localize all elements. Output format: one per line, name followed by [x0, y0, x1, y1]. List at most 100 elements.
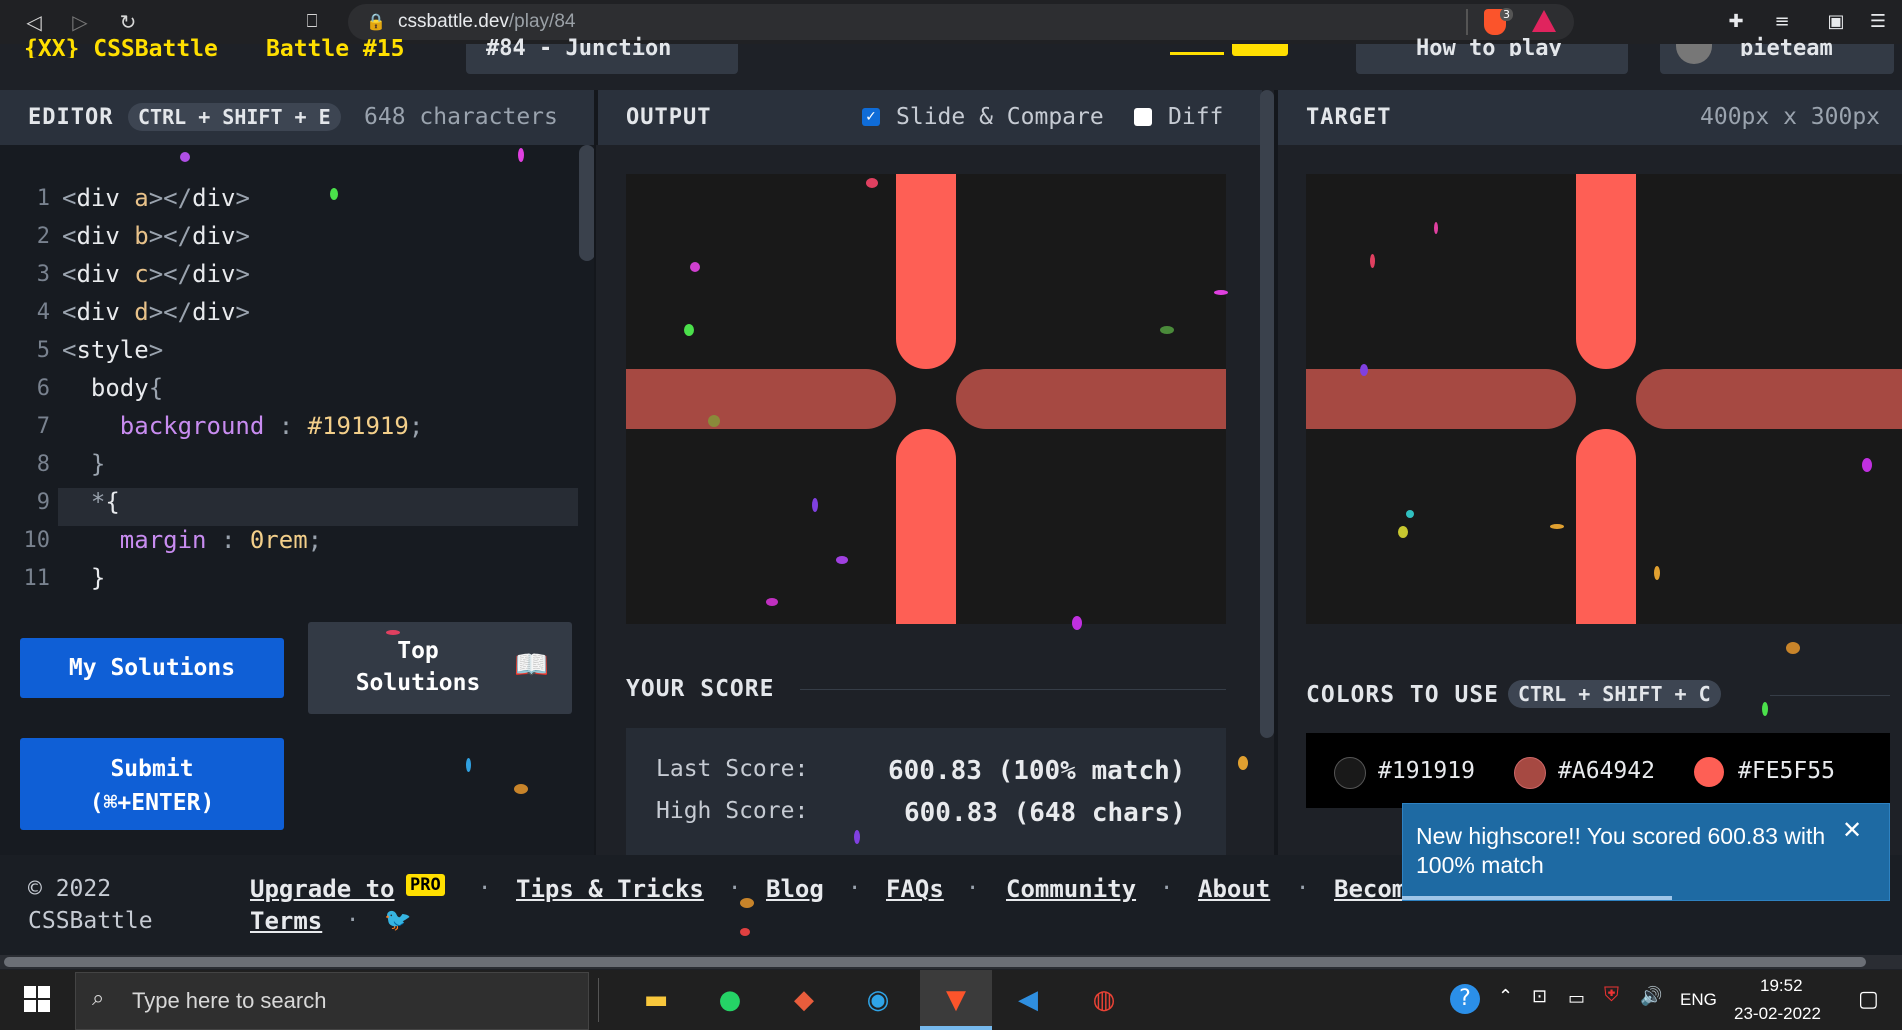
volume-icon[interactable]: 🔊 — [1640, 986, 1662, 1007]
code-line[interactable]: <style> — [62, 336, 163, 364]
chevron-up-icon[interactable]: ⌃ — [1498, 986, 1513, 1007]
submit-button[interactable]: Submit (⌘+ENTER) — [20, 738, 284, 830]
book-icon: 📖 — [514, 648, 549, 681]
slide-compare-checkbox[interactable]: ✓ — [862, 108, 880, 126]
chrome-icon[interactable]: ◍ — [1086, 982, 1122, 1018]
editor-title: EDITOR — [28, 105, 114, 130]
clock-time[interactable]: 19:52 — [1760, 976, 1803, 996]
wallet-icon[interactable]: ▣ — [1824, 10, 1848, 34]
battery-icon[interactable]: ▭ — [1568, 988, 1585, 1009]
line-number: 5 — [36, 338, 50, 363]
color-hex[interactable]: #A64942 — [1558, 758, 1655, 784]
confetti — [1406, 510, 1414, 518]
target-bar-left — [1306, 369, 1576, 429]
footer-sep: · — [728, 876, 742, 901]
confetti — [1398, 526, 1408, 538]
security-icon[interactable]: ⛨ — [1604, 984, 1619, 1007]
editor-scrollbar[interactable] — [579, 145, 595, 261]
code-line[interactable]: } — [62, 564, 105, 592]
swatch-fe5f55[interactable] — [1694, 757, 1724, 787]
my-solutions-button[interactable]: My Solutions — [20, 638, 284, 698]
toast-close-icon[interactable]: ✕ — [1838, 816, 1866, 844]
code-line[interactable]: background : #191919; — [62, 412, 423, 440]
footer-link-community[interactable]: Community — [1006, 875, 1136, 903]
submit-shortcut: (⌘+ENTER) — [89, 790, 215, 816]
pro-badge-header — [1232, 44, 1288, 56]
code-line[interactable]: margin : 0rem; — [62, 526, 322, 554]
code-line[interactable]: *{ — [62, 488, 120, 516]
windows-start-icon[interactable] — [24, 986, 50, 1012]
line-number: 6 — [36, 376, 50, 401]
code-line[interactable]: <div d></div> — [62, 298, 250, 326]
clock-date[interactable]: 23-02-2022 — [1734, 1004, 1821, 1024]
scrollbar-thumb[interactable] — [4, 957, 1866, 967]
extensions-icon[interactable]: ✚ — [1724, 10, 1748, 34]
brave-icon[interactable]: ▼ — [938, 982, 974, 1018]
confetti — [1072, 616, 1082, 630]
output-bar-bottom — [896, 429, 956, 624]
rewards-icon[interactable] — [1532, 10, 1556, 32]
twitter-icon[interactable]: 🐦 — [384, 908, 411, 933]
diff-label[interactable]: Diff — [1168, 104, 1223, 130]
confetti — [514, 784, 528, 794]
back-icon[interactable]: ◁ — [22, 10, 46, 34]
git-icon[interactable]: ◆ — [786, 982, 822, 1018]
slide-compare-label[interactable]: Slide & Compare — [896, 104, 1104, 130]
confetti — [708, 415, 720, 427]
swatch-191919[interactable] — [1334, 757, 1366, 789]
language-indicator[interactable]: ENG — [1680, 990, 1717, 1010]
footer-link-about[interactable]: About — [1198, 875, 1270, 903]
notification-icon[interactable]: ▢ — [1858, 986, 1879, 1012]
whatsapp-icon[interactable]: ● — [712, 982, 748, 1018]
site-logo[interactable]: {XX} CSSBattle — [24, 36, 218, 58]
network-icon[interactable]: ⊡ — [1532, 986, 1547, 1007]
swatch-a64942[interactable] — [1514, 757, 1546, 789]
footer-link-become[interactable]: Becom — [1334, 875, 1406, 903]
footer-link-upgrade[interactable]: Upgrade to — [250, 875, 395, 903]
target-bar-top — [1576, 174, 1636, 369]
code-line[interactable]: } — [62, 450, 105, 478]
line-number: 11 — [23, 566, 51, 591]
code-line[interactable]: <div b></div> — [62, 222, 250, 250]
url-text[interactable]: cssbattle.dev/play/84 — [398, 11, 575, 33]
active-app-indicator — [920, 1026, 992, 1030]
vscode-icon[interactable]: ◀ — [1010, 982, 1046, 1018]
top-solutions-button[interactable]: Top Solutions 📖 — [308, 622, 572, 714]
footer-link-terms[interactable]: Terms — [250, 907, 322, 935]
output-canvas[interactable] — [626, 174, 1226, 624]
help-icon[interactable]: ? — [1450, 984, 1480, 1014]
confetti — [180, 152, 190, 162]
output-title: OUTPUT — [626, 105, 712, 130]
output-bar-left — [626, 369, 896, 429]
last-score-value: 600.83 (100% match) — [888, 756, 1186, 786]
menu-icon[interactable]: ☰ — [1866, 10, 1890, 34]
active-line-highlight — [58, 488, 578, 526]
file-explorer-icon[interactable]: ▬ — [638, 982, 674, 1018]
output-scrollbar[interactable] — [1260, 90, 1274, 738]
code-line[interactable]: <div a></div> — [62, 184, 250, 212]
confetti — [1862, 458, 1872, 472]
color-hex[interactable]: #191919 — [1378, 758, 1475, 784]
high-score-label: High Score: — [656, 798, 809, 824]
footer-link-blog[interactable]: Blog — [766, 875, 824, 903]
footer-link-tips[interactable]: Tips & Tricks — [516, 875, 704, 903]
forward-icon[interactable]: ▷ — [68, 10, 92, 34]
color-hex[interactable]: #FE5F55 — [1738, 758, 1835, 784]
edge-icon[interactable]: ◉ — [860, 982, 896, 1018]
lock-icon: 🔒 — [366, 12, 386, 31]
code-line[interactable]: body{ — [62, 374, 163, 402]
top-solutions-label-2: Solutions — [355, 670, 481, 696]
taskbar-search-placeholder[interactable]: Type here to search — [132, 988, 326, 1014]
playlist-icon[interactable]: ≡ — [1770, 10, 1794, 34]
confetti — [740, 898, 754, 908]
confetti — [1786, 642, 1800, 654]
reload-icon[interactable]: ↻ — [116, 10, 140, 34]
bookmark-icon[interactable]: ⎕ — [300, 10, 324, 34]
footer-sep: · — [1296, 876, 1310, 901]
battle-link[interactable]: Battle #15 — [266, 36, 404, 56]
footer-link-faqs[interactable]: FAQs — [886, 875, 944, 903]
confetti — [766, 598, 778, 606]
code-line[interactable]: <div c></div> — [62, 260, 250, 288]
diff-checkbox[interactable] — [1134, 108, 1152, 126]
line-number: 8 — [36, 452, 50, 477]
